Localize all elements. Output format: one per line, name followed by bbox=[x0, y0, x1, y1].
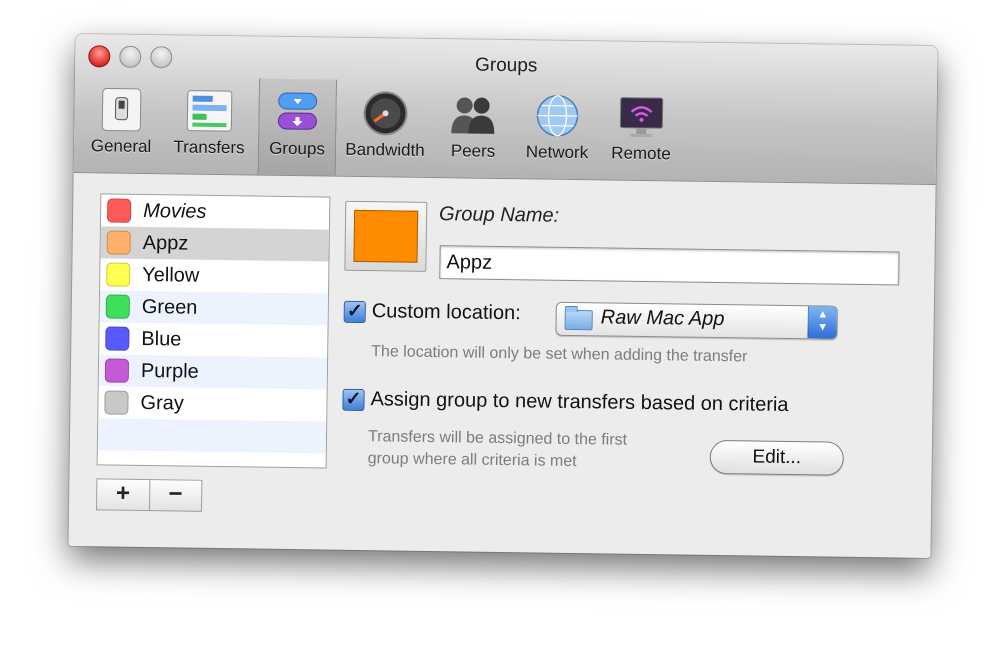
tab-general[interactable]: General bbox=[82, 76, 161, 173]
remove-group-button[interactable]: − bbox=[148, 480, 202, 511]
group-list[interactable]: Movies Appz Yellow Green Blue Purple Gra… bbox=[96, 193, 331, 469]
general-switch-icon bbox=[101, 87, 142, 132]
network-globe-icon bbox=[536, 94, 579, 137]
popup-arrows-icon: ▲ ▼ bbox=[807, 306, 837, 339]
preferences-toolbar: General Transfers Groups Bandwidth Peers… bbox=[74, 76, 937, 184]
group-color-swatch bbox=[105, 326, 130, 351]
group-row-yellow[interactable]: Yellow bbox=[100, 258, 328, 293]
tab-peers-label: Peers bbox=[450, 141, 496, 161]
groups-icon bbox=[277, 92, 318, 130]
preferences-window: Groups General Transfers Groups Bandwidt… bbox=[68, 34, 938, 558]
group-color-swatch bbox=[106, 262, 131, 287]
tab-remote[interactable]: Remote bbox=[602, 83, 681, 180]
group-color-fill bbox=[353, 209, 419, 263]
tab-groups[interactable]: Groups bbox=[257, 78, 338, 176]
group-color-swatch bbox=[105, 294, 130, 319]
tab-peers[interactable]: Peers bbox=[434, 81, 513, 178]
assign-group-checkbox[interactable]: ✓ bbox=[342, 388, 365, 412]
group-color-well[interactable] bbox=[344, 200, 428, 272]
folder-icon bbox=[564, 309, 593, 331]
group-color-swatch bbox=[106, 198, 132, 223]
group-row-label: Purple bbox=[140, 359, 199, 383]
group-row-label: Yellow bbox=[142, 263, 200, 287]
group-color-swatch bbox=[104, 390, 129, 415]
custom-location-label: Custom location: bbox=[371, 300, 521, 325]
group-row-label: Appz bbox=[142, 231, 189, 255]
add-remove-buttons: + − bbox=[95, 478, 203, 512]
location-popup-value: Raw Mac App bbox=[600, 306, 725, 331]
group-row-label: Green bbox=[141, 295, 198, 319]
group-row-movies[interactable]: Movies bbox=[101, 194, 329, 229]
assign-hint-line2: group where all criteria is met bbox=[367, 450, 577, 471]
group-row-purple[interactable]: Purple bbox=[98, 354, 328, 390]
group-row-appz[interactable]: Appz bbox=[100, 226, 329, 262]
tab-bandwidth-label: Bandwidth bbox=[345, 139, 425, 160]
tab-bandwidth[interactable]: Bandwidth bbox=[345, 80, 425, 177]
custom-location-checkbox[interactable]: ✓ bbox=[343, 300, 366, 324]
empty-list-row bbox=[97, 418, 327, 454]
group-name-label: Group Name: bbox=[438, 203, 560, 227]
tab-network-label: Network bbox=[525, 142, 589, 163]
add-group-button[interactable]: + bbox=[97, 479, 149, 510]
edit-criteria-button[interactable]: Edit... bbox=[709, 439, 844, 476]
group-row-label: Blue bbox=[141, 327, 182, 351]
tab-transfers[interactable]: Transfers bbox=[170, 77, 249, 174]
remote-monitor-icon bbox=[619, 97, 664, 138]
group-row-green[interactable]: Green bbox=[99, 290, 329, 326]
tab-transfers-label: Transfers bbox=[173, 137, 245, 158]
assign-group-label: Assign group to new transfers based on c… bbox=[370, 388, 789, 416]
group-row-label: Movies bbox=[143, 199, 207, 223]
tab-remote-label: Remote bbox=[611, 143, 671, 164]
tab-groups-label: Groups bbox=[269, 138, 326, 159]
group-row-label: Gray bbox=[140, 391, 184, 415]
assign-hint-line1: Transfers will be assigned to the first bbox=[367, 428, 628, 449]
location-hint: The location will only be set when addin… bbox=[371, 343, 748, 366]
title-bar: Groups General Transfers Groups Bandwidt… bbox=[73, 34, 938, 186]
group-color-swatch bbox=[106, 230, 131, 255]
group-name-field[interactable] bbox=[439, 245, 900, 286]
group-row-gray[interactable]: Gray bbox=[98, 386, 326, 421]
tab-network[interactable]: Network bbox=[518, 82, 597, 179]
location-popup[interactable]: Raw Mac App ▲ ▼ bbox=[555, 301, 838, 340]
tab-general-label: General bbox=[90, 136, 152, 157]
peers-icon bbox=[451, 97, 495, 134]
bandwidth-gauge-icon bbox=[363, 91, 408, 136]
transfers-icon bbox=[186, 90, 233, 132]
group-color-swatch bbox=[104, 358, 130, 383]
group-row-blue[interactable]: Blue bbox=[99, 322, 327, 357]
